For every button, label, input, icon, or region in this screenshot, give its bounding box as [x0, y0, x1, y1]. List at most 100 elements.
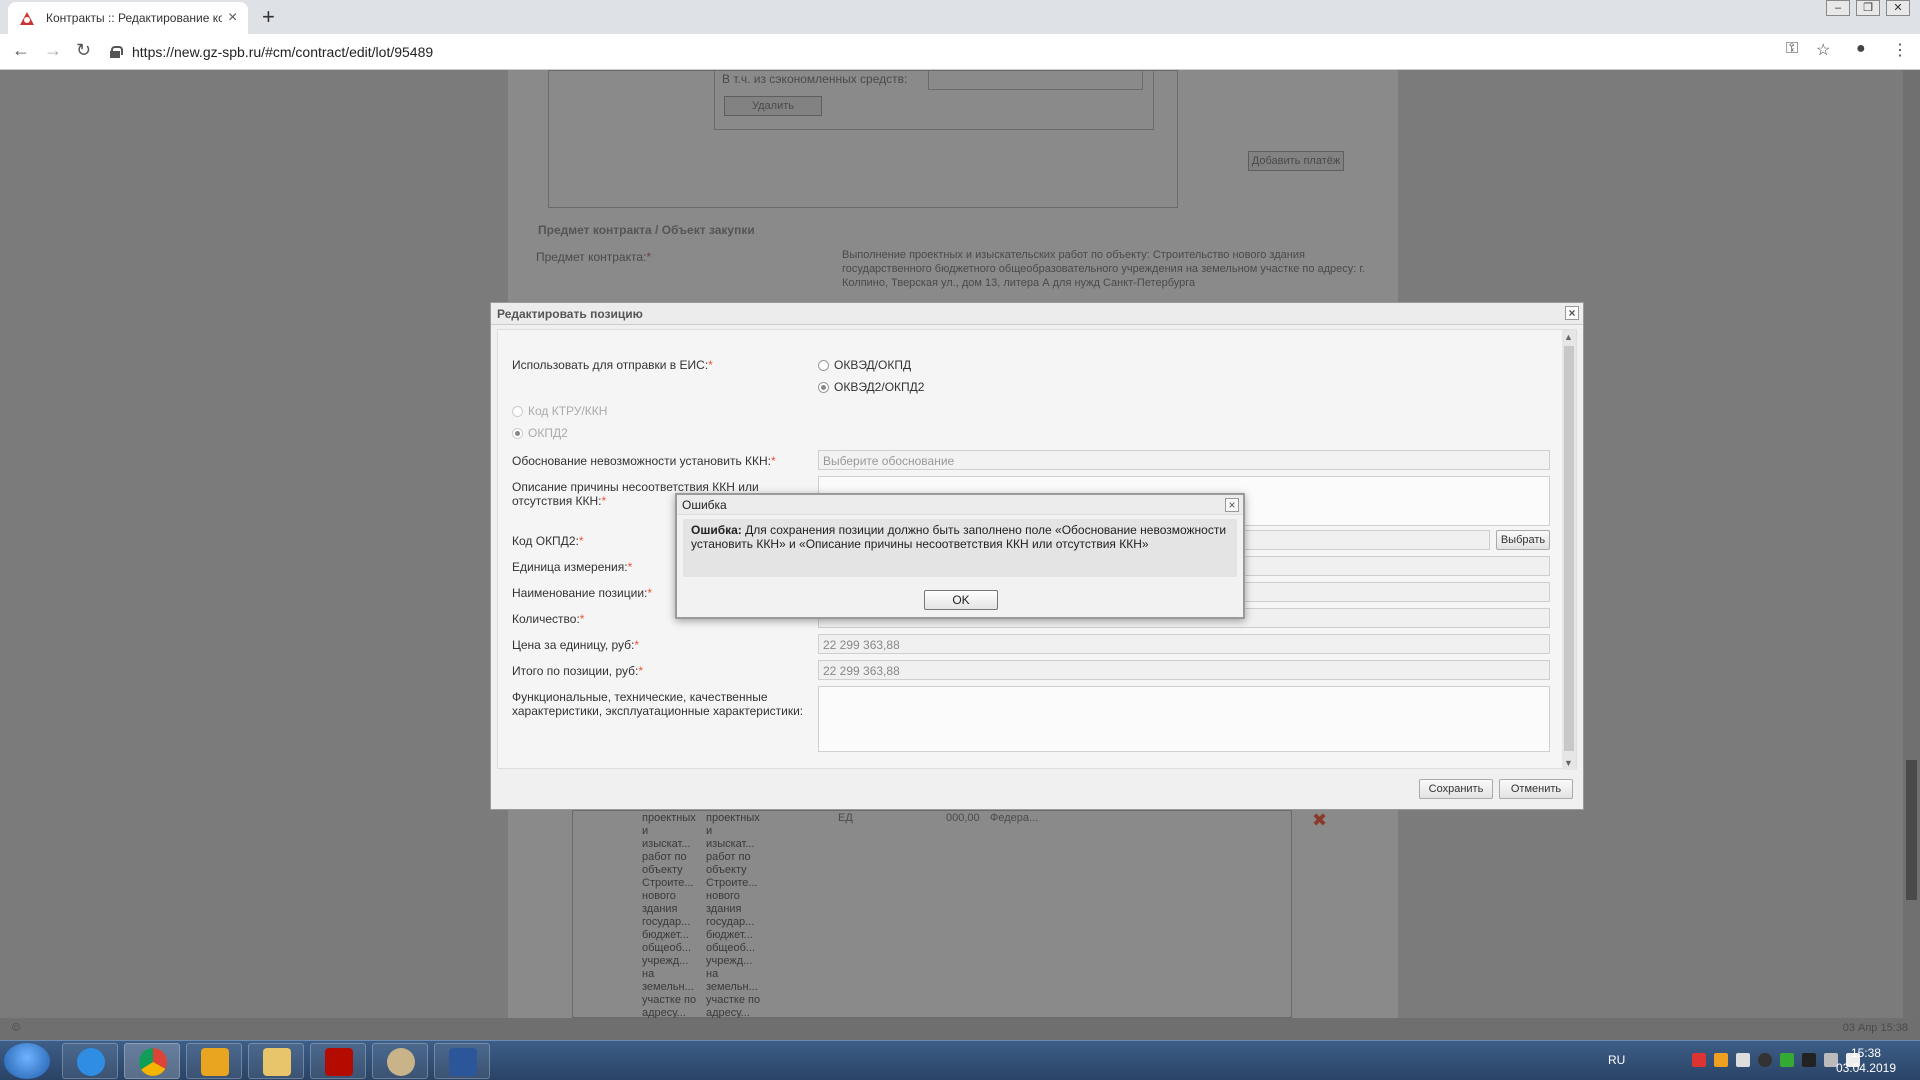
acrobat-icon	[325, 1048, 353, 1076]
error-close-icon[interactable]: ×	[1225, 498, 1239, 512]
forward-icon[interactable]: →	[44, 40, 62, 61]
tab-title: Контракты :: Редактирование ко	[46, 11, 222, 25]
radio-okved-dot[interactable]	[818, 359, 829, 371]
econ-label: В т.ч. из сэкономленных средств:	[722, 72, 908, 86]
table-cell-source: Федера...	[990, 812, 1039, 824]
clock-date: 03.04.2019	[1835, 1061, 1896, 1075]
dialog-close-icon[interactable]: ×	[1565, 306, 1579, 320]
error-message-text: Для сохранения позиции должно быть запол…	[691, 523, 1227, 551]
total-field[interactable]: 22 299 363,88	[818, 660, 1550, 680]
error-title-text: Ошибка	[682, 498, 727, 512]
table-cell-unit: ЕД	[838, 812, 853, 824]
browser-tabbar: Контракты :: Редактирование ко × + – ❐ ✕	[0, 0, 1920, 34]
minimize-icon[interactable]: –	[1826, 0, 1850, 16]
subject-text: Выполнение проектных и изыскательских ра…	[842, 249, 1366, 289]
taskbar-word[interactable]	[434, 1043, 490, 1079]
price-field[interactable]: 22 299 363,88	[818, 634, 1550, 654]
kaspersky-icon[interactable]	[1692, 1053, 1706, 1067]
address-bar[interactable]: https://new.gz-spb.ru/#cm/contract/edit/…	[110, 40, 1770, 64]
total-label: Итого по позиции, руб:*	[512, 664, 644, 678]
radio-ktru[interactable]: Код КТРУ/ККН	[512, 404, 607, 418]
scroll-down-icon[interactable]: ▼	[1564, 758, 1573, 768]
security-icon[interactable]	[1758, 1053, 1772, 1067]
taskbar-paint[interactable]	[372, 1043, 428, 1079]
profile-icon[interactable]: ●	[1856, 40, 1866, 58]
cancel-button[interactable]: Отменить	[1499, 779, 1573, 799]
radio-okved[interactable]: ОКВЭД/ОКПД	[818, 358, 911, 372]
radio-okpd2-label: ОКПД2	[528, 426, 568, 440]
section-legend: Предмет контракта / Объект закупки	[538, 223, 755, 237]
table-cell-name2: проектных и изыскат... работ по объекту …	[706, 812, 761, 1019]
taskbar-acrobat[interactable]	[310, 1043, 366, 1079]
folder-icon	[263, 1048, 291, 1076]
table-cell-qty: 000,00	[946, 812, 980, 824]
new-tab-icon[interactable]: +	[262, 4, 275, 30]
taskbar-outlook[interactable]	[186, 1043, 242, 1079]
save-button[interactable]: Сохранить	[1419, 779, 1493, 799]
error-title: Ошибка ×	[677, 495, 1243, 515]
error-message: Ошибка: Для сохранения позиции должно бы…	[683, 519, 1237, 577]
radio-okved2-dot[interactable]	[818, 381, 829, 393]
update-icon[interactable]	[1780, 1053, 1794, 1067]
qty-label: Количество:*	[512, 612, 585, 626]
radio-okved-label: ОКВЭД/ОКПД	[834, 358, 912, 372]
unit-label: Единица измерения:*	[512, 560, 633, 574]
price-label: Цена за единицу, руб:*	[512, 638, 640, 652]
chars-label: Функциональные, технические, качественны…	[512, 690, 804, 718]
radio-okpd2-dot[interactable]	[512, 427, 523, 439]
paint-icon	[387, 1048, 415, 1076]
key-icon[interactable]: ⚿	[1786, 40, 1798, 58]
browser-tab[interactable]: Контракты :: Редактирование ко ×	[8, 2, 248, 34]
tab-close-icon[interactable]: ×	[228, 9, 237, 27]
dialog-title-text: Редактировать позицию	[497, 307, 643, 321]
eis-label: Использовать для отправки в ЕИС:*	[512, 358, 713, 372]
ok-button[interactable]: OK	[924, 590, 998, 610]
radio-okpd2[interactable]: ОКПД2	[512, 426, 568, 440]
delete-row-icon: ✖	[1312, 810, 1328, 830]
add-payment-button: Добавить платёж	[1248, 151, 1344, 171]
reload-icon[interactable]: ↻	[76, 40, 91, 61]
page-statusline: © 03 Апр 15:38	[0, 1018, 1920, 1040]
taskbar-ie[interactable]	[62, 1043, 118, 1079]
name-label: Наименование позиции:*	[512, 586, 653, 600]
chars-textarea[interactable]	[818, 686, 1550, 752]
reason-select[interactable]: Выберите обоснование	[818, 450, 1550, 470]
dialog-scroll-thumb[interactable]	[1564, 346, 1574, 751]
choose-button[interactable]: Выбрать	[1496, 530, 1550, 550]
bookmark-star-icon[interactable]: ☆	[1816, 40, 1830, 60]
language-indicator[interactable]: RU	[1608, 1053, 1625, 1067]
close-window-icon[interactable]: ✕	[1886, 0, 1910, 16]
dialog-scrollbar[interactable]: ▲ ▼	[1562, 330, 1576, 770]
url-text: https://new.gz-spb.ru/#cm/contract/edit/…	[132, 44, 434, 60]
back-icon[interactable]: ←	[12, 40, 30, 61]
copyright-mark: ©	[12, 1022, 21, 1034]
status-datetime: 03 Апр 15:38	[1842, 1022, 1908, 1034]
taskbar-clock[interactable]: 15:38 03.04.2019	[1836, 1046, 1896, 1076]
restore-icon[interactable]: ❐	[1856, 0, 1880, 16]
error-message-bold: Ошибка:	[691, 523, 742, 537]
okpd2-label: Код ОКПД2:*	[512, 534, 584, 548]
radio-okved2[interactable]: ОКВЭД2/ОКПД2	[818, 380, 924, 394]
scroll-up-icon[interactable]: ▲	[1564, 332, 1573, 342]
menu-icon[interactable]: ⋮	[1892, 40, 1908, 60]
keyboard-icon[interactable]	[1736, 1053, 1750, 1067]
start-button-icon[interactable]	[4, 1043, 50, 1079]
browser-toolbar: ← → ↻ https://new.gz-spb.ru/#cm/contract…	[0, 34, 1920, 70]
clock-time: 15:38	[1850, 1046, 1881, 1060]
windows-taskbar: RU 15:38 03.04.2019	[0, 1040, 1920, 1080]
device-icon[interactable]	[1802, 1053, 1816, 1067]
taskbar-chrome[interactable]	[124, 1043, 180, 1079]
tray-app-icon[interactable]	[1714, 1053, 1728, 1067]
table-cell-name1: проектных и изыскат... работ по объекту …	[642, 812, 697, 1019]
ie-icon	[77, 1048, 105, 1076]
radio-ktru-dot[interactable]	[512, 405, 523, 417]
site-favicon-icon	[18, 9, 36, 27]
page-scrollbar[interactable]	[1903, 70, 1920, 1018]
taskbar-explorer[interactable]	[248, 1043, 304, 1079]
econ-field	[928, 70, 1143, 90]
system-tray	[1692, 1053, 1860, 1067]
reason-label: Обоснование невозможности установить ККН…	[512, 454, 776, 468]
page-scroll-thumb[interactable]	[1906, 760, 1917, 900]
chrome-icon	[139, 1048, 167, 1076]
dialog-title: Редактировать позицию ×	[491, 303, 1583, 325]
